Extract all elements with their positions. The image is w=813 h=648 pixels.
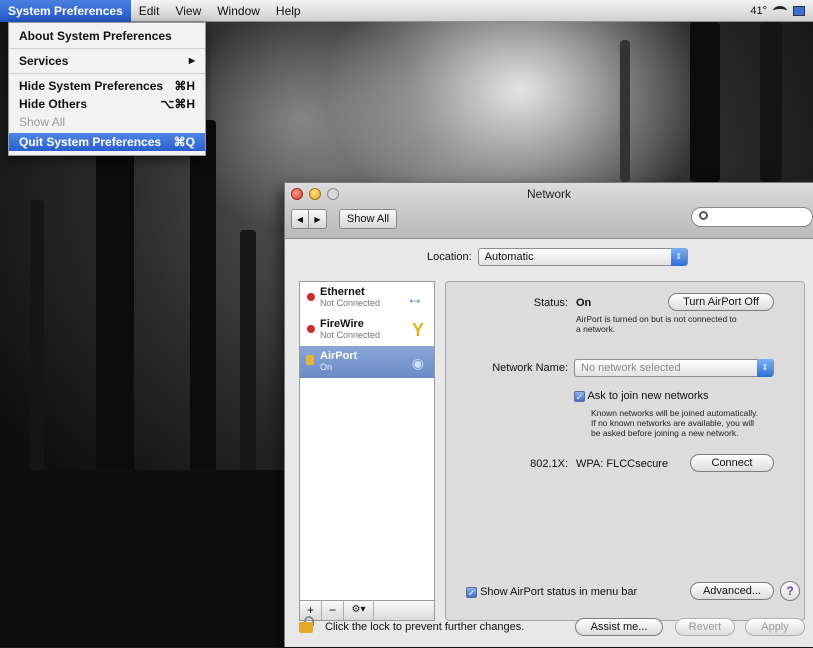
- submenu-arrow-icon: ▶: [188, 56, 195, 65]
- show-status-label: Show AirPort status in menu bar: [480, 586, 638, 598]
- network-preferences-window: Network ◀ ▶ Show All Location: Automatic…: [284, 182, 813, 647]
- dot1x-label: 802.1X:: [530, 458, 568, 470]
- tree-trunk: [620, 40, 630, 182]
- help-button[interactable]: ?: [780, 581, 800, 601]
- service-item-firewire[interactable]: FireWire Not Connected Y: [300, 314, 434, 346]
- search-icon: [699, 211, 708, 220]
- menu-separator: [9, 48, 205, 49]
- join-note-line-3: be asked before joining a new network.: [591, 428, 739, 438]
- status-note-line-2: a network.: [576, 324, 616, 334]
- lock-icon[interactable]: [299, 616, 314, 633]
- app-menu-dropdown: About System Preferences Services ▶ Hide …: [8, 22, 206, 156]
- tree-trunk: [690, 22, 720, 182]
- ask-join-label: Ask to join new networks: [587, 390, 709, 402]
- status-red-icon: [307, 293, 315, 301]
- join-note-line-1: Known networks will be joined automatica…: [591, 408, 759, 418]
- connect-button[interactable]: Connect: [690, 454, 774, 472]
- status-note-line-1: AirPort is turned on but is not connecte…: [576, 314, 737, 324]
- assist-me-button[interactable]: Assist me...: [575, 618, 663, 636]
- show-status-row: ✓ Show AirPort status in menu bar: [466, 586, 637, 598]
- network-name-popup[interactable]: No network selected ⇕: [574, 359, 774, 377]
- dot1x-value: WPA: FLCCsecure: [576, 458, 669, 470]
- menu-window[interactable]: Window: [209, 0, 268, 22]
- shortcut-hide-others: ⌥⌘H: [160, 97, 196, 111]
- menu-item-services[interactable]: Services ▶: [9, 52, 205, 70]
- network-content: Location: Automatic ⇕ Ethernet Not Conne…: [285, 240, 813, 648]
- popup-arrows-icon: ⇕: [757, 359, 773, 377]
- menu-item-quit[interactable]: Quit System Preferences ⌘Q: [9, 133, 205, 151]
- location-value: Automatic: [484, 251, 534, 263]
- service-item-ethernet[interactable]: Ethernet Not Connected ↔: [300, 282, 434, 314]
- firewire-icon: Y: [411, 320, 424, 340]
- menu-bar: System Preferences Edit View Window Help…: [0, 0, 813, 22]
- menu-item-hide[interactable]: Hide System Preferences ⌘H: [9, 77, 205, 95]
- menu-separator: [9, 73, 205, 74]
- lock-text: Click the lock to prevent further change…: [325, 621, 525, 633]
- menu-item-hide-others[interactable]: Hide Others ⌥⌘H: [9, 95, 205, 113]
- menu-help[interactable]: Help: [268, 0, 309, 22]
- temperature-readout[interactable]: 41°: [750, 5, 767, 17]
- menu-item-about[interactable]: About System Preferences: [9, 27, 205, 45]
- menu-view[interactable]: View: [167, 0, 209, 22]
- airport-settings-panel: Status: On Turn AirPort Off AirPort is t…: [445, 281, 805, 621]
- service-list-toolbar: + − ⚙▾: [299, 601, 435, 621]
- status-value: On: [576, 297, 592, 309]
- back-button[interactable]: ◀: [291, 209, 309, 229]
- ethernet-icon: ↔: [406, 288, 424, 308]
- forest-floor: [0, 470, 284, 647]
- network-name-placeholder: No network selected: [581, 362, 681, 374]
- lock-small-icon: [306, 355, 314, 365]
- join-note-line-2: If no known networks are available, you …: [591, 418, 754, 428]
- remove-service-button[interactable]: −: [322, 601, 344, 620]
- ask-join-checkbox[interactable]: ✓: [574, 390, 585, 402]
- window-titlebar: Network ◀ ▶ Show All: [285, 183, 813, 239]
- menu-item-show-all: Show All: [19, 115, 66, 129]
- menu-extras: 41°: [750, 5, 813, 17]
- status-red-icon: [307, 325, 315, 333]
- forward-button[interactable]: ▶: [309, 209, 327, 229]
- apply-button[interactable]: Apply: [745, 618, 805, 636]
- popup-arrows-icon: ⇕: [670, 248, 687, 266]
- tree-trunk: [760, 22, 782, 182]
- turn-airport-off-button[interactable]: Turn AirPort Off: [668, 293, 774, 311]
- lock-body: [299, 622, 313, 633]
- show-status-checkbox[interactable]: ✓: [466, 586, 477, 598]
- search-input[interactable]: [691, 207, 813, 227]
- wifi-icon[interactable]: [773, 5, 787, 16]
- shortcut-quit: ⌘Q: [173, 135, 195, 149]
- location-label: Location:: [427, 251, 472, 263]
- advanced-button[interactable]: Advanced...: [690, 582, 774, 600]
- service-list: Ethernet Not Connected ↔ FireWire Not Co…: [299, 281, 435, 601]
- show-all-button[interactable]: Show All: [339, 209, 397, 229]
- menu-edit[interactable]: Edit: [131, 0, 168, 22]
- shortcut-hide: ⌘H: [174, 79, 195, 93]
- location-row: Location: Automatic ⇕: [427, 248, 688, 266]
- airport-wifi-icon: ◉: [411, 355, 424, 371]
- status-label: Status:: [533, 297, 568, 309]
- ask-join-row: ✓ Ask to join new networks: [574, 390, 709, 402]
- location-popup[interactable]: Automatic ⇕: [477, 248, 688, 266]
- menu-system-preferences[interactable]: System Preferences: [0, 0, 131, 22]
- service-item-airport[interactable]: AirPort On ◉: [300, 346, 434, 378]
- network-name-label: Network Name:: [492, 362, 568, 374]
- battery-icon[interactable]: [793, 5, 805, 16]
- revert-button[interactable]: Revert: [675, 618, 735, 636]
- service-actions-button[interactable]: ⚙▾: [344, 601, 374, 620]
- window-title: Network: [526, 187, 571, 201]
